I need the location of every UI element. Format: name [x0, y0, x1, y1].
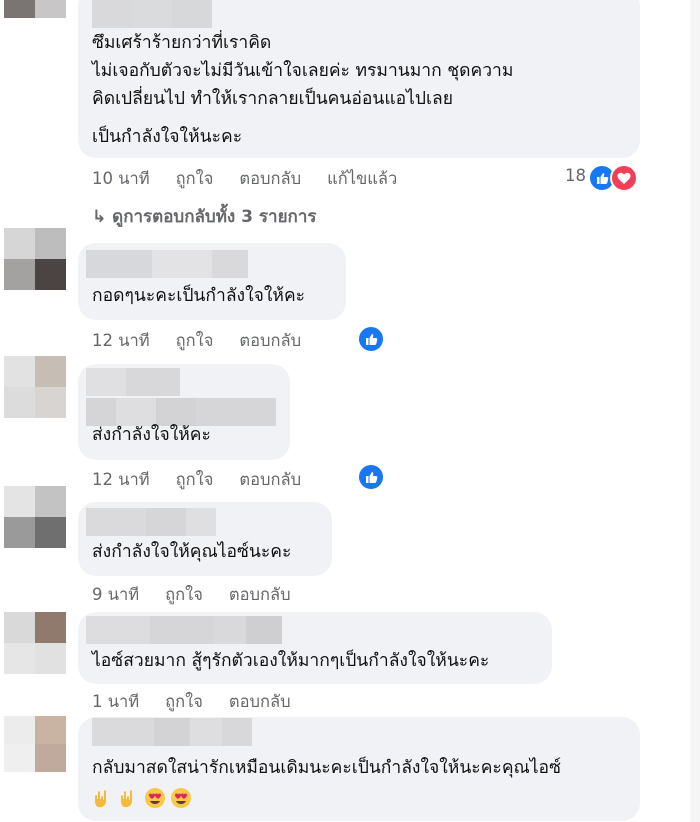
heart-reaction-icon[interactable] — [610, 164, 638, 192]
comment-text: ส่งกำลังใจให้คุณไอซ์นะคะ — [92, 542, 292, 562]
scrollbar[interactable] — [690, 0, 700, 822]
hand-horns-emoji — [121, 790, 132, 808]
hand-horns-emoji — [95, 790, 106, 808]
avatar[interactable] — [4, 612, 66, 674]
like-button[interactable]: ถูกใจ — [176, 166, 214, 192]
commenter-name-blurred[interactable] — [86, 616, 282, 644]
edited-label: แก้ไขแล้ว — [327, 169, 398, 188]
commenter-name-blurred[interactable] — [86, 250, 248, 278]
commenter-name-blurred[interactable] — [92, 718, 252, 746]
like-reaction-icon[interactable] — [357, 325, 385, 353]
comment-actions: 1 นาที ถูกใจ ตอบกลับ — [92, 689, 317, 715]
reply-button[interactable]: ตอบกลับ — [229, 582, 291, 608]
avatar[interactable] — [4, 716, 66, 772]
view-replies-text: ดูการตอบกลับทั้ง 3 รายการ — [112, 207, 317, 227]
view-replies-link[interactable]: ↳ ดูการตอบกลับทั้ง 3 รายการ — [92, 203, 317, 230]
comment-text: ไอซ์สวยมาก สู้ๆรักตัวเองให้มากๆเป็นกำลัง… — [92, 651, 490, 671]
comment-text: กลับมาสดใสน่ารักเหมือนเดิมนะคะเป็นกำลังใ… — [92, 758, 561, 778]
timestamp[interactable]: 12 นาที — [92, 467, 150, 493]
comment-text: กอดๆนะคะเป็นกำลังใจให้คะ — [92, 286, 306, 306]
emoji-row — [92, 787, 192, 809]
timestamp[interactable]: 9 นาที — [92, 582, 139, 608]
avatar[interactable] — [4, 356, 66, 418]
like-button[interactable]: ถูกใจ — [176, 467, 214, 493]
commenter-name-blurred[interactable] — [92, 0, 212, 28]
reaction-count[interactable]: 18 — [565, 166, 586, 185]
comment-actions: 12 นาที ถูกใจ ตอบกลับ — [92, 328, 327, 354]
reply-button[interactable]: ตอบกลับ — [229, 689, 291, 715]
timestamp[interactable]: 1 นาที — [92, 689, 139, 715]
heart-eyes-emoji — [145, 788, 165, 808]
avatar[interactable] — [4, 228, 66, 290]
reply-button[interactable]: ตอบกลับ — [239, 166, 301, 192]
like-button[interactable]: ถูกใจ — [165, 689, 203, 715]
like-reaction-icon[interactable] — [357, 463, 385, 491]
comment-text: คิดเปลี่ยนไป ทำให้เรากลายเป็นคนอ่อนแอไปเ… — [92, 89, 453, 109]
like-button[interactable]: ถูกใจ — [165, 582, 203, 608]
comment-text: ซึมเศร้าร้ายกว่าที่เราคิด — [92, 33, 272, 53]
comment-text: เป็นกำลังใจให้นะคะ — [92, 127, 243, 147]
comment-text: ไม่เจอกับตัวจะไม่มีวันเข้าใจเลยค่ะ ทรมาน… — [92, 61, 514, 81]
comment-actions: 12 นาที ถูกใจ ตอบกลับ — [92, 467, 327, 493]
heart-eyes-emoji — [171, 788, 191, 808]
commenter-name-blurred[interactable] — [86, 368, 180, 396]
timestamp[interactable]: 10 นาที — [92, 166, 150, 192]
avatar[interactable] — [4, 0, 66, 36]
avatar[interactable] — [4, 486, 66, 548]
reply-arrow-icon: ↳ — [92, 207, 113, 227]
like-button[interactable]: ถูกใจ — [176, 328, 214, 354]
comment-text: ส่งกำลังใจให้คะ — [92, 425, 211, 445]
comment-actions: 10 นาที ถูกใจ ตอบกลับ แก้ไขแล้ว — [92, 166, 423, 192]
comment-actions: 9 นาที ถูกใจ ตอบกลับ — [92, 582, 317, 608]
reply-button[interactable]: ตอบกลับ — [239, 328, 301, 354]
commenter-name-blurred[interactable] — [86, 508, 216, 536]
timestamp[interactable]: 12 นาที — [92, 328, 150, 354]
reply-button[interactable]: ตอบกลับ — [239, 467, 301, 493]
